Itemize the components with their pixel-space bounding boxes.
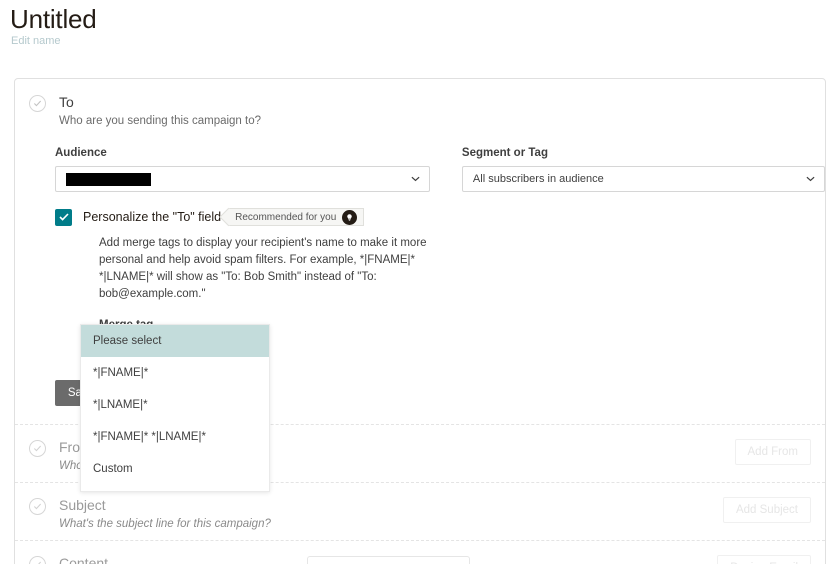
bottom-partial-field [307,556,470,564]
recommended-badge-text: Recommended for you [235,211,337,223]
add-from-button[interactable]: Add From [734,439,811,465]
segment-selected-value: All subscribers in audience [472,173,604,185]
circle-check-icon [29,498,46,515]
circle-check-icon [29,95,46,112]
section-to-subtitle: Who are you sending this campaign to? [59,115,262,127]
page-title: Untitled [10,4,97,34]
circle-check-icon [29,440,46,457]
merge-tag-option-label: *|LNAME|* [93,399,148,411]
design-email-button[interactable]: Design Email [717,555,811,564]
audience-field: Audience [55,145,430,192]
personalize-checkbox[interactable] [55,208,72,226]
segment-field: Segment or Tag All subscribers in audien… [461,145,825,192]
merge-tag-option[interactable]: Custom [81,453,269,485]
circle-check-icon [29,556,46,564]
merge-tag-option[interactable]: *|LNAME|* [81,389,269,421]
audience-redacted-value [66,172,151,186]
segment-label: Segment or Tag [461,147,548,159]
merge-tag-option-label: *|FNAME|* *|LNAME|* [93,431,206,443]
merge-tag-option-label: Please select [93,335,162,347]
merge-tag-option-label: *|FNAME|* [93,367,149,379]
section-subject-subtitle: What's the subject line for this campaig… [59,518,271,530]
merge-tag-option[interactable]: Please select [81,325,269,357]
merge-tag-option[interactable]: *|FNAME|* *|LNAME|* [81,421,269,453]
audience-segment-row: Audience Segment or Tag All subscribers … [55,145,825,192]
section-subject-title: Subject [59,497,106,513]
lightbulb-icon[interactable] [342,209,358,225]
campaign-builder-page: Untitled Edit name To Who are you sendin… [0,0,840,564]
personalize-row: Personalize the "To" field Recommended f… [55,208,825,226]
recommended-badge: Recommended for you [229,208,365,226]
merge-tag-dropdown-menu[interactable]: Please select *|FNAME|* *|LNAME|* *|FNAME|*… [80,324,270,492]
section-to-title: To [59,94,74,110]
edit-name-link[interactable]: Edit name [11,34,61,48]
add-subject-button[interactable]: Add Subject [722,497,811,523]
chevron-down-icon [411,173,420,185]
segment-select[interactable]: All subscribers in audience [461,166,825,192]
chevron-down-icon [806,173,815,185]
personalize-label: Personalize the "To" field [83,209,222,224]
audience-label: Audience [55,147,107,159]
merge-tag-option[interactable]: *|FNAME|* [81,357,269,389]
merge-tag-help-text: Add merge tags to display your recipient… [99,237,427,300]
audience-select[interactable] [55,166,430,192]
merge-tag-option-label: Custom [93,463,133,475]
